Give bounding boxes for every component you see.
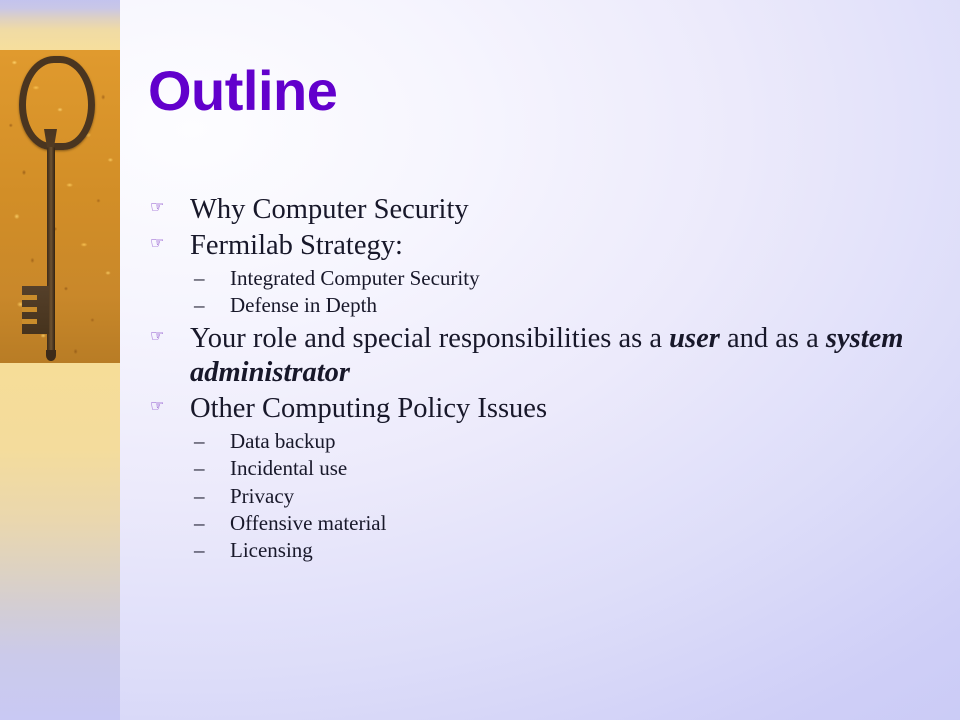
sidebar-decoration <box>0 0 120 720</box>
bullet-text-part: and as a <box>719 323 826 355</box>
bullet-text: Other Computing Policy Issues <box>190 393 548 425</box>
hand-pointer-bullet-icon: ☞ <box>150 232 165 252</box>
bullet-text: Why Computer Security <box>190 194 469 225</box>
key-tooth <box>22 295 37 300</box>
bullet-text: Incidental use <box>230 456 348 481</box>
bullet-text: Data backup <box>230 429 336 454</box>
bullet-emphasis-user: user <box>669 323 720 355</box>
bullet-text: Integrated Computer Security <box>230 265 480 290</box>
bullet-incidental-use: – Incidental use <box>148 455 938 482</box>
bullet-offensive-material: – Offensive material <box>148 510 938 537</box>
bullet-text: Offensive material <box>230 511 387 536</box>
key-tip-shape <box>46 350 56 361</box>
bullet-text: Privacy <box>230 483 295 508</box>
hand-pointer-bullet-icon: ☞ <box>150 396 165 416</box>
hand-pointer-bullet-icon: ☞ <box>150 197 165 216</box>
key-tooth <box>22 319 37 324</box>
page-title: Outline <box>148 59 338 122</box>
outline-list: ☞ Why Computer Security ☞ Fermilab Strat… <box>148 193 938 565</box>
dash-bullet-icon: – <box>194 456 205 481</box>
bullet-defense-in-depth: – Defense in Depth <box>148 292 938 319</box>
bullet-text-part: Your role and special responsibilities a… <box>190 323 670 355</box>
bullet-fermilab-strategy: ☞ Fermilab Strategy: <box>148 229 938 263</box>
dash-bullet-icon: – <box>194 429 205 454</box>
slide-canvas: Outline ☞ Why Computer Security ☞ Fermil… <box>0 0 960 720</box>
hand-pointer-bullet-icon: ☞ <box>150 326 165 346</box>
bullet-data-backup: – Data backup <box>148 428 938 455</box>
key-bow-shape <box>19 56 95 150</box>
bullet-integrated-computer-security: – Integrated Computer Security <box>148 265 938 292</box>
dash-bullet-icon: – <box>194 538 205 563</box>
bullet-other-computing-policy-issues: ☞ Other Computing Policy Issues <box>148 392 938 426</box>
bullet-privacy: – Privacy <box>148 483 938 510</box>
key-bit-shape <box>22 286 49 334</box>
key-tooth <box>22 307 37 312</box>
bullet-text: Defense in Depth <box>230 293 377 318</box>
bullet-licensing: – Licensing <box>148 537 938 564</box>
dash-bullet-icon: – <box>194 483 205 508</box>
key-photo <box>0 50 120 364</box>
bullet-why-computer-security: ☞ Why Computer Security <box>148 193 938 227</box>
dash-bullet-icon: – <box>194 511 205 536</box>
dash-bullet-icon: – <box>194 265 205 290</box>
bullet-text: Licensing <box>230 538 313 563</box>
sidebar-bottom-gradient-band <box>0 363 120 720</box>
bullet-your-role-and-responsibilities: ☞ Your role and special responsibilities… <box>148 322 938 390</box>
bullet-text: Fermilab Strategy: <box>190 229 403 261</box>
dash-bullet-icon: – <box>194 293 205 318</box>
sidebar-top-gradient-band <box>0 0 120 52</box>
